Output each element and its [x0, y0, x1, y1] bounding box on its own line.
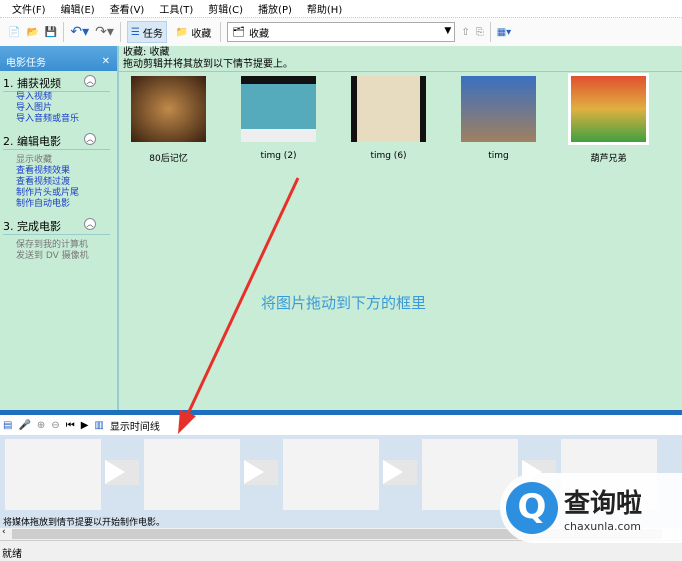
status-bar: 就绪: [0, 540, 682, 561]
menu-clip[interactable]: 剪辑(C): [208, 1, 243, 16]
menu-bar: 文件(F) 编辑(E) 查看(V) 工具(T) 剪辑(C) 播放(P) 帮助(H…: [0, 0, 682, 17]
save-to-computer-link: 保存到我的计算机: [16, 240, 89, 250]
section-title: 3. 完成电影: [3, 220, 61, 233]
collection-content: 收藏: 收藏 拖动剪辑并将其放到以下情节提要上。 80后记忆 timg (2) t…: [119, 46, 682, 410]
view-effects-link[interactable]: 查看视频效果: [3, 166, 118, 177]
import-pictures-link[interactable]: 导入图片: [3, 103, 118, 114]
storyboard-slot[interactable]: [283, 439, 379, 510]
show-timeline-button[interactable]: 显示时间线: [110, 418, 160, 433]
menu-view[interactable]: 查看(V): [110, 1, 145, 16]
section-title: 2. 编辑电影: [3, 135, 61, 148]
section-title: 1. 捕获视频: [3, 77, 61, 90]
clip-thumbnail[interactable]: 80后记忆: [131, 76, 206, 164]
clip-image: [241, 76, 316, 142]
movie-tasks-pane: 电影任务 ✕ 1. 捕获视频 ︿ 导入视频 导入图片 导入音频或音乐 2. 编辑电影…: [0, 46, 118, 410]
new-project-icon[interactable]: 📄: [8, 27, 20, 38]
annotation-text: 将图片拖动到下方的框里: [261, 294, 427, 312]
collection-icon: 🗂: [232, 26, 246, 38]
collections-button[interactable]: 📁 收藏: [173, 21, 214, 43]
import-audio-link[interactable]: 导入音频或音乐: [3, 114, 118, 125]
collection-select[interactable]: 🗂 收藏 ▼: [227, 22, 456, 42]
clip-image: [568, 73, 649, 145]
clip-thumbnail[interactable]: timg (2): [241, 76, 316, 164]
menu-edit[interactable]: 编辑(E): [61, 1, 95, 16]
watermark-name: 查询啦: [564, 489, 643, 519]
transition-slot[interactable]: [105, 460, 139, 485]
storyboard-toolbar: ▤ 🎤 ⊕ ⊖ ⏮ ▶ ▥ 显示时间线: [0, 415, 682, 435]
menu-tools[interactable]: 工具(T): [159, 1, 193, 16]
clip-thumbnail[interactable]: 葫芦兄弟: [568, 73, 649, 164]
clip-image: [351, 76, 426, 142]
redo-icon[interactable]: ↷▾: [95, 24, 114, 40]
clip-name: timg (2): [260, 151, 297, 161]
folder-icon: 📁: [175, 26, 189, 38]
toolbar: 📄 📂 💾 ↶▾ ↷▾ ☰ 任务 📁 收藏 🗂 收藏 ▼ ⇧ ⎘ ▦▾: [0, 17, 682, 46]
collection-select-value: 收藏: [249, 28, 270, 40]
show-collections-link: 显示收藏: [16, 155, 53, 165]
clip-name: 葫芦兄弟: [590, 154, 627, 164]
clip-name: timg: [488, 151, 509, 161]
close-icon[interactable]: ✕: [102, 56, 110, 67]
menu-play[interactable]: 播放(P): [258, 1, 292, 16]
separator: [63, 22, 65, 42]
section-edit: 2. 编辑电影 ︿ 显示收藏 查看视频效果 查看视频过渡 制作片头或片尾 制作自动…: [0, 133, 118, 210]
auto-movie-link[interactable]: 制作自动电影: [3, 199, 118, 210]
up-level-icon[interactable]: ⇧: [461, 27, 469, 38]
views-icon[interactable]: ▦▾: [497, 27, 511, 38]
storyboard-icon[interactable]: ▤: [3, 420, 12, 431]
separator: [489, 22, 491, 42]
new-collection-icon[interactable]: ⎘: [476, 27, 484, 38]
undo-icon[interactable]: ↶▾: [70, 24, 89, 40]
tasks-icon: ☰: [130, 26, 140, 38]
zoom-out-icon[interactable]: ⊖: [51, 420, 59, 431]
clip-name: timg (6): [370, 151, 407, 161]
narrate-icon[interactable]: 🎤: [18, 420, 30, 431]
view-transitions-link[interactable]: 查看视频过渡: [3, 177, 118, 188]
chevron-down-icon: ▼: [444, 26, 452, 36]
menu-file[interactable]: 文件(F): [12, 1, 46, 16]
collapse-icon[interactable]: ︿: [84, 75, 96, 87]
import-video-link[interactable]: 导入视频: [3, 92, 118, 103]
save-icon[interactable]: 💾: [45, 27, 57, 38]
watermark: Q 查询啦 chaxunla.com: [500, 473, 682, 543]
transition-slot[interactable]: [383, 460, 417, 485]
zoom-in-icon[interactable]: ⊕: [37, 420, 45, 431]
clip-image: [461, 76, 536, 142]
storyboard-slot[interactable]: [144, 439, 240, 510]
collection-hint: 拖动剪辑并将其放到以下情节提要上。: [123, 59, 293, 70]
scroll-left-icon[interactable]: ‹: [2, 527, 6, 537]
pane-title: 电影任务: [6, 58, 46, 69]
storyboard-slot[interactable]: [5, 439, 101, 510]
collection-title: 收藏: 收藏: [123, 47, 170, 58]
collections-label: 收藏: [191, 28, 212, 40]
send-to-dv-link: 发送到 DV 摄像机: [16, 251, 89, 261]
transition-slot[interactable]: [244, 460, 278, 485]
play-icon[interactable]: ▶: [81, 420, 89, 431]
timeline-icon[interactable]: ▥: [94, 420, 103, 431]
clip-name: 80后记忆: [149, 154, 188, 164]
clip-image: [131, 76, 206, 142]
collapse-icon[interactable]: ︿: [84, 133, 96, 145]
watermark-url: chaxunla.com: [564, 520, 641, 533]
open-project-icon[interactable]: 📂: [26, 27, 38, 38]
separator: [119, 22, 121, 42]
section-finish: 3. 完成电影 ︿ 保存到我的计算机 发送到 DV 摄像机: [0, 218, 118, 262]
menu-help[interactable]: 帮助(H): [307, 1, 342, 16]
clip-thumbnail[interactable]: timg (6): [351, 76, 426, 164]
separator: [220, 22, 222, 42]
tasks-label: 任务: [142, 28, 163, 40]
section-capture: 1. 捕获视频 ︿ 导入视频 导入图片 导入音频或音乐: [0, 75, 118, 125]
make-titles-link[interactable]: 制作片头或片尾: [3, 188, 118, 199]
clip-thumbnail[interactable]: timg: [461, 76, 536, 164]
tasks-button[interactable]: ☰ 任务: [126, 21, 167, 43]
watermark-logo: Q: [506, 482, 558, 534]
collapse-icon[interactable]: ︿: [84, 218, 96, 230]
rewind-icon[interactable]: ⏮: [66, 420, 75, 431]
